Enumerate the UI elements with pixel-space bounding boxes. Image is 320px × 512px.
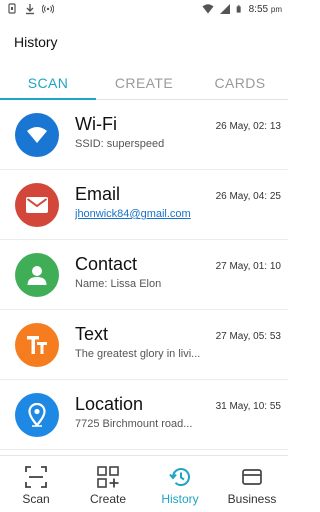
tab-scan-label: SCAN bbox=[27, 75, 69, 91]
email-link[interactable]: jhonwick84@gmail.com bbox=[75, 208, 225, 220]
status-bar: 8:55 pm bbox=[0, 0, 288, 20]
history-item-subtitle: The greatest glory in livi... bbox=[75, 348, 201, 360]
text-icon bbox=[15, 323, 59, 367]
tab-cards-label: CARDS bbox=[214, 75, 266, 91]
history-item-title: Wi-Fi bbox=[75, 114, 117, 134]
history-item-contact[interactable]: Contact 27 May, 01: 10 Name: Lissa Elon bbox=[0, 241, 288, 310]
tab-indicator bbox=[0, 98, 96, 100]
nav-scan[interactable]: Scan bbox=[0, 456, 72, 512]
scan-icon bbox=[25, 466, 47, 488]
history-icon bbox=[169, 468, 190, 486]
history-item-title: Contact bbox=[75, 254, 138, 274]
notification-icon bbox=[8, 3, 16, 14]
status-bar-right: 8:55 pm bbox=[202, 3, 282, 15]
history-item-time: 31 May, 10: 55 bbox=[215, 401, 281, 412]
history-item-time: 26 May, 04: 25 bbox=[215, 191, 281, 202]
wifi-status-icon bbox=[202, 4, 214, 14]
history-item-time: 26 May, 02: 13 bbox=[215, 121, 281, 132]
history-item-text[interactable]: Text 27 May, 05: 53 The greatest glory i… bbox=[0, 311, 288, 380]
location-pin-icon bbox=[15, 393, 59, 437]
history-item-subtitle: Name: Lissa Elon bbox=[75, 278, 162, 290]
history-item-email[interactable]: Email 26 May, 04: 25 jhonwick84@gmail.co… bbox=[0, 171, 288, 240]
page-title: History bbox=[14, 34, 58, 50]
history-item-location[interactable]: Location 31 May, 10: 55 7725 Birchmount … bbox=[0, 381, 288, 450]
history-item-title: Email bbox=[75, 184, 121, 204]
history-item-subtitle: 7725 Birchmount road... bbox=[75, 418, 193, 430]
battery-icon bbox=[236, 5, 241, 13]
history-item-time: 27 May, 05: 53 bbox=[215, 331, 281, 342]
nav-create[interactable]: Create bbox=[72, 456, 144, 512]
cell-signal-icon bbox=[219, 4, 230, 14]
nav-history-label: History bbox=[161, 492, 199, 506]
status-time-suffix: pm bbox=[270, 4, 282, 14]
download-icon bbox=[26, 4, 34, 15]
nav-business-label: Business bbox=[227, 492, 277, 506]
mail-icon bbox=[15, 183, 59, 227]
tab-bar: SCAN CREATE CARDS bbox=[0, 66, 288, 100]
history-item-time: 27 May, 01: 10 bbox=[215, 261, 281, 272]
wifi-icon bbox=[15, 113, 59, 157]
status-bar-left bbox=[6, 3, 54, 15]
nav-create-label: Create bbox=[89, 492, 127, 506]
history-item-title: Location bbox=[75, 394, 144, 414]
nav-history[interactable]: History bbox=[144, 456, 216, 512]
person-icon bbox=[15, 253, 59, 297]
nav-scan-label: Scan bbox=[22, 492, 50, 506]
card-icon bbox=[242, 469, 262, 485]
status-time: 8:55 pm bbox=[249, 4, 282, 15]
bottom-nav: Scan Create History Business bbox=[0, 455, 288, 512]
hotspot-icon bbox=[42, 4, 54, 14]
status-time-value: 8:55 bbox=[248, 3, 269, 15]
tab-create-label: CREATE bbox=[114, 75, 174, 91]
history-item-title: Text bbox=[75, 324, 109, 344]
history-item-subtitle: SSID: superspeed bbox=[75, 138, 165, 150]
nav-business[interactable]: Business bbox=[216, 456, 288, 512]
tab-scan[interactable]: SCAN bbox=[0, 66, 96, 100]
tab-create[interactable]: CREATE bbox=[96, 66, 192, 100]
create-grid-icon bbox=[97, 466, 119, 488]
history-item-wifi[interactable]: Wi-Fi 26 May, 02: 13 SSID: superspeed bbox=[0, 101, 288, 170]
tab-cards[interactable]: CARDS bbox=[192, 66, 288, 100]
